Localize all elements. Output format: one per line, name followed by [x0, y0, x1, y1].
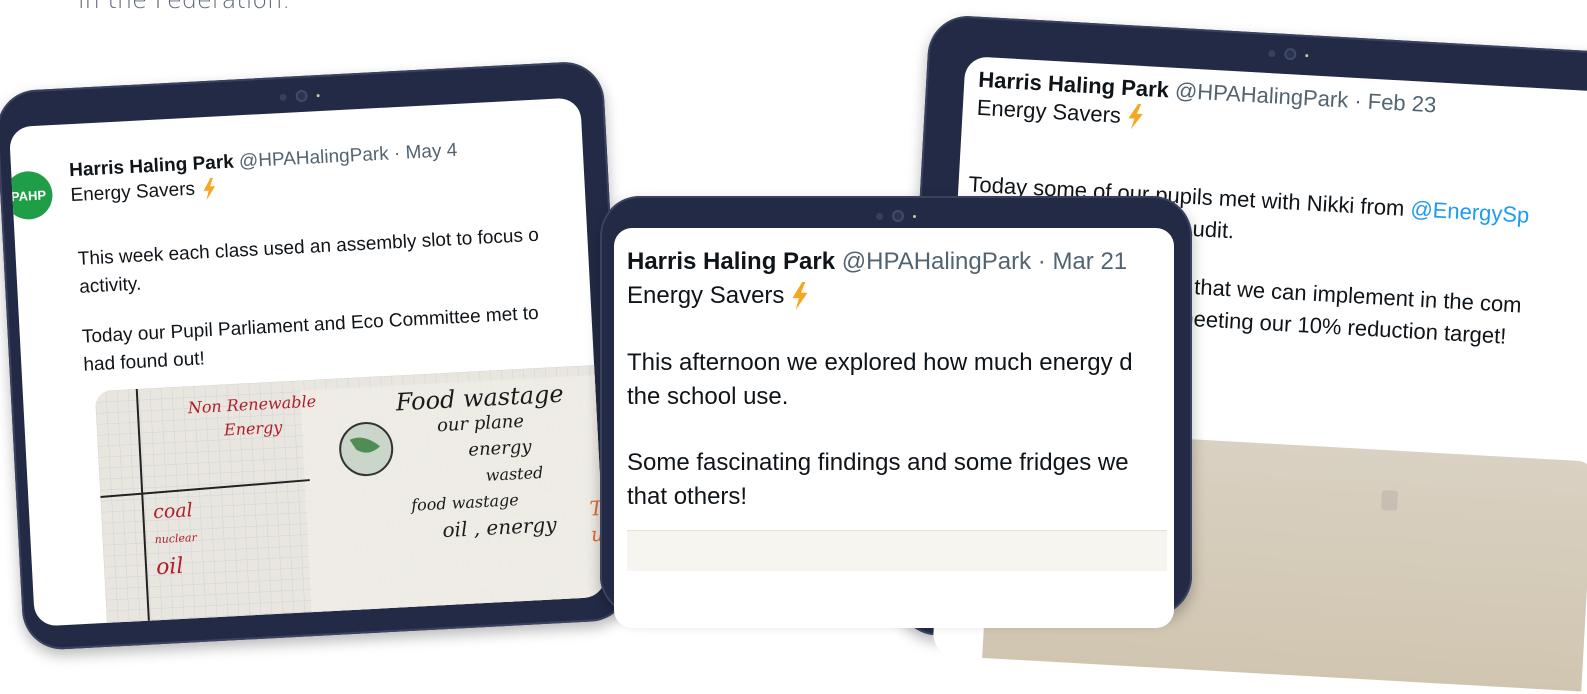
tablet-left: PAHP Harris Haling Park @HPAHalingPark ·… [0, 60, 632, 652]
tweet-header: Harris Haling Park @HPAHalingPark · Mar … [627, 248, 1128, 275]
tweet-photo-top[interactable] [627, 530, 1167, 571]
photo-right-notes: Food wastage our plane energy wasted foo… [395, 379, 565, 543]
tweet-date[interactable]: May 4 [405, 140, 458, 164]
subtitle: Energy Savers [976, 94, 1122, 128]
tablet-camera [876, 210, 916, 222]
subtitle: Energy Savers [69, 178, 196, 207]
tweet-text-line: Some fascinating findings and some fridg… [627, 449, 1129, 476]
photo-left-heading: Non Renewable Energy [187, 391, 317, 440]
tweet-text-line: This afternoon we explored how much ener… [627, 349, 1133, 376]
account-name[interactable]: Harris Haling Park [69, 152, 235, 182]
account-avatar[interactable]: PAHP [8, 170, 54, 221]
photo-left-items: coal nuclear oil [152, 499, 198, 581]
lightning-bolt-icon [200, 177, 217, 201]
tweet-photo[interactable]: Non Renewable Energy coal nuclear oil Fo… [94, 361, 607, 627]
tweet-card-mar21[interactable]: Harris Haling Park @HPAHalingPark · Mar … [614, 228, 1174, 628]
lightning-bolt-icon [1126, 103, 1145, 130]
tweet-text-line: the school use. [627, 383, 789, 410]
ceiling-fixture [1381, 489, 1399, 511]
tweet-card-may4[interactable]: PAHP Harris Haling Park @HPAHalingPark ·… [8, 97, 607, 627]
intro-text: in the Federation. [78, 0, 290, 14]
tablet-center: Harris Haling Park @HPAHalingPark · Mar … [600, 196, 1192, 628]
subtitle: Energy Savers [627, 282, 785, 309]
tablet-camera [1268, 47, 1309, 61]
account-handle[interactable]: @HPAHalingPark [842, 248, 1031, 275]
lightning-bolt-icon [790, 282, 810, 310]
tweet-date[interactable]: Feb 23 [1367, 89, 1437, 118]
account-name[interactable]: Harris Haling Park [627, 248, 835, 275]
account-handle[interactable]: @HPAHalingPark [238, 143, 389, 172]
tablet-camera [279, 89, 320, 103]
tweet-date[interactable]: Mar 21 [1052, 248, 1127, 275]
tweet-text-line: that others! [627, 483, 748, 510]
mention-link[interactable]: @EnergySp [1410, 196, 1530, 228]
